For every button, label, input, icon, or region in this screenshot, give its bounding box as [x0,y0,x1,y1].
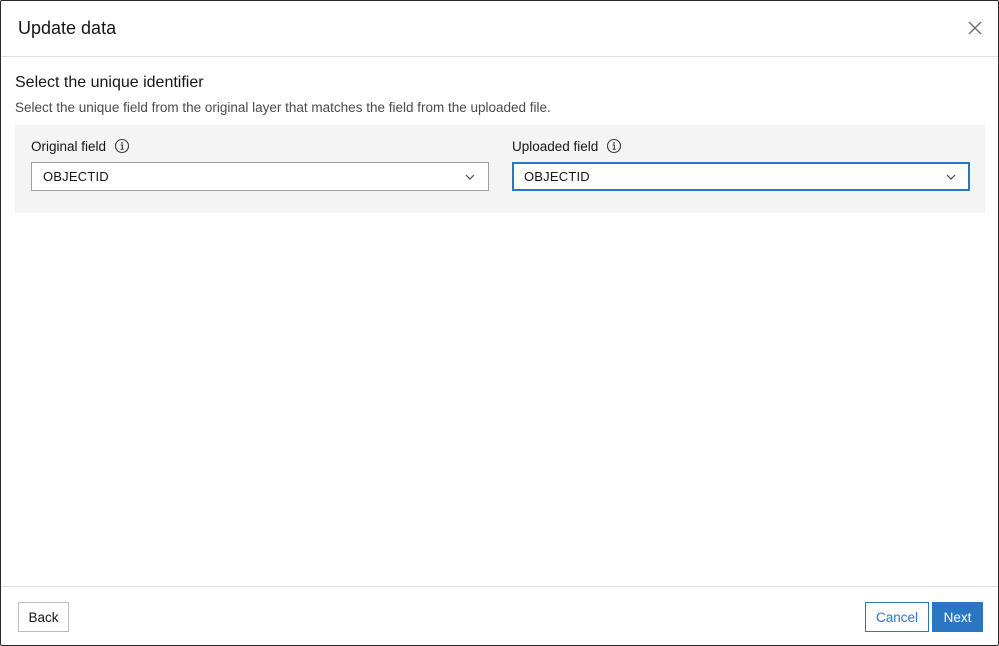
info-icon[interactable] [114,138,130,154]
chevron-down-icon [946,174,956,180]
uploaded-field-group: Uploaded field OBJECTID [512,137,970,191]
dialog-footer: Back Cancel Next [1,586,998,646]
section-description: Select the unique field from the origina… [15,100,551,115]
next-button[interactable]: Next [932,602,983,632]
close-icon [968,21,982,35]
field-matching-panel: Original field OBJECTID Uploaded field O… [15,125,985,213]
original-field-select[interactable]: OBJECTID [31,162,489,191]
original-field-label-row: Original field [31,137,489,155]
uploaded-field-select[interactable]: OBJECTID [512,162,970,191]
original-field-group: Original field OBJECTID [31,137,489,191]
back-button[interactable]: Back [18,602,69,632]
uploaded-field-value: OBJECTID [524,169,590,184]
update-data-dialog: Update data Select the unique identifier… [0,0,999,646]
uploaded-field-label: Uploaded field [512,138,599,154]
dialog-content: Select the unique identifier Select the … [15,73,985,213]
chevron-down-icon [465,174,475,180]
section-title: Select the unique identifier [15,74,204,91]
dialog-header: Update data [1,1,998,57]
info-icon[interactable] [606,138,622,154]
close-button[interactable] [964,17,986,39]
cancel-button[interactable]: Cancel [865,602,929,632]
uploaded-field-label-row: Uploaded field [512,137,970,155]
original-field-label: Original field [31,138,107,154]
original-field-value: OBJECTID [43,169,109,184]
dialog-title: Update data [18,18,117,38]
